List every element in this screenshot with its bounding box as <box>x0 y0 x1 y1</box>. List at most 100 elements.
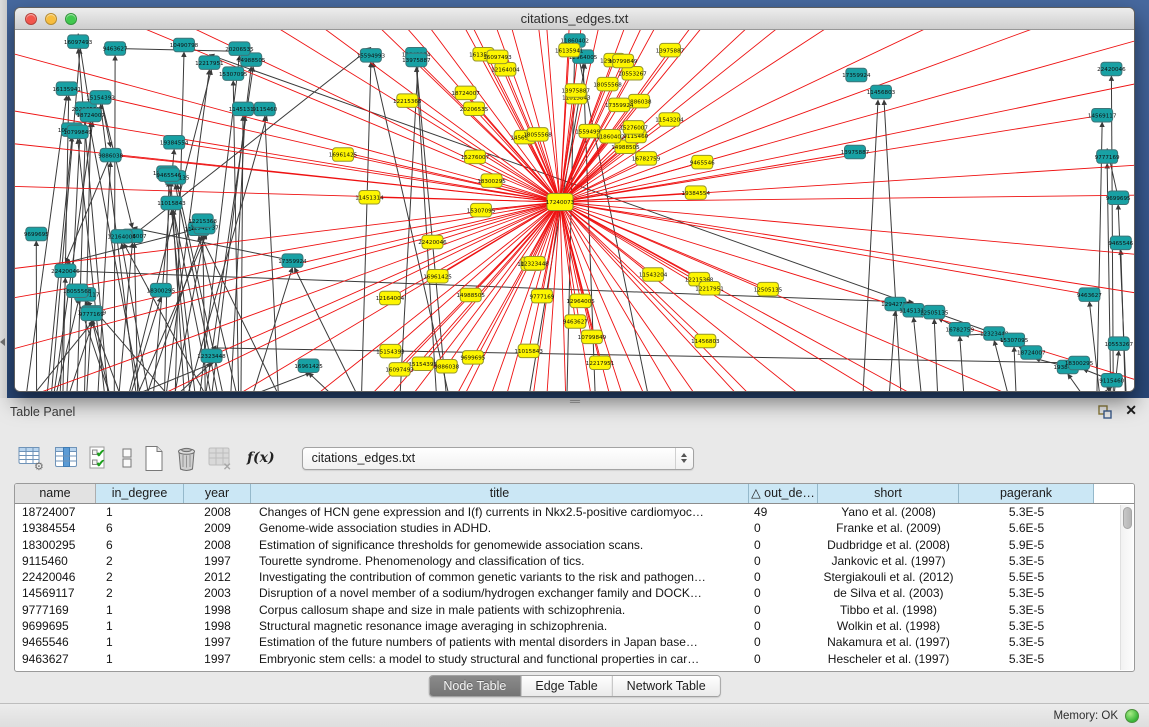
tab-node-table[interactable]: Node Table <box>429 676 521 696</box>
svg-text:15154393: 15154393 <box>376 349 405 355</box>
network-view[interactable]: 2020653517359924139758871145680312942737… <box>15 30 1134 391</box>
column-header-short[interactable]: short <box>818 484 959 503</box>
collapse-panel-arrow-icon[interactable] <box>0 338 5 346</box>
svg-text:18724007: 18724007 <box>1017 351 1046 357</box>
svg-text:17359924: 17359924 <box>842 73 871 79</box>
select-columns-icon[interactable]: ✔ ✔ <box>88 444 111 472</box>
table-cell: 0 <box>749 634 818 650</box>
table-row[interactable]: 911546021997Tourette syndrome. Phenomeno… <box>15 553 1134 569</box>
svg-text:12323448: 12323448 <box>520 261 549 267</box>
table-scrollbar[interactable] <box>1120 505 1133 670</box>
table-row[interactable]: 2242004622012Investigating the contribut… <box>15 569 1134 585</box>
svg-text:10799849: 10799849 <box>609 59 638 65</box>
svg-text:16097493: 16097493 <box>483 55 512 61</box>
table-select-dropdown[interactable]: citations_edges.txt <box>302 447 694 470</box>
table-cell: 2 <box>96 569 184 585</box>
minimize-window-button[interactable] <box>45 13 57 25</box>
table-row[interactable]: 1830029562008Estimation of significance … <box>15 537 1134 553</box>
svg-text:14988505: 14988505 <box>237 58 266 64</box>
table-select-value: citations_edges.txt <box>312 451 416 465</box>
svg-text:15276007: 15276007 <box>619 126 648 132</box>
table-row[interactable]: 1872400712008Changes of HCN gene express… <box>15 504 1134 520</box>
svg-text:22420046: 22420046 <box>418 240 447 246</box>
svg-text:⚙: ⚙ <box>34 461 44 471</box>
network-window[interactable]: citations_edges.txt 20206535173599241397… <box>14 7 1135 392</box>
svg-text:16961425: 16961425 <box>294 364 323 370</box>
panel-title: Table Panel <box>10 398 75 426</box>
table-cell: 2012 <box>184 569 251 585</box>
window-titlebar[interactable]: citations_edges.txt <box>15 8 1134 30</box>
svg-text:12164004: 12164004 <box>491 67 520 73</box>
trash-icon[interactable] <box>174 444 199 472</box>
table-panel: Table Panel ✕ ⚙ <box>0 398 1149 727</box>
network-graph[interactable]: 2020653517359924139758871145680312942737… <box>15 30 1134 391</box>
svg-text:12164004: 12164004 <box>107 235 136 241</box>
table-cell: 0 <box>749 553 818 569</box>
table-cell: Structural magnetic resonance image aver… <box>251 618 749 634</box>
column-header-name[interactable]: name <box>15 484 96 503</box>
table-cell: 5.3E-5 <box>959 602 1094 618</box>
table-row[interactable]: 969969511998Structural magnetic resonanc… <box>15 618 1134 634</box>
svg-text:16782759: 16782759 <box>632 157 661 163</box>
table-cell: Estimation of the future numbers of pati… <box>251 634 749 650</box>
table-settings-icon[interactable]: ⚙ <box>18 444 45 472</box>
table-cell: 1 <box>96 634 184 650</box>
column-header-pagerank[interactable]: pagerank <box>959 484 1094 503</box>
column-header-in_degree[interactable]: in_degree <box>96 484 184 503</box>
svg-text:9115460: 9115460 <box>252 107 277 113</box>
table-cell: 5.3E-5 <box>959 618 1094 634</box>
svg-text:9465546: 9465546 <box>156 173 181 179</box>
table-cell: 5.3E-5 <box>959 634 1094 650</box>
svg-text:11451314: 11451314 <box>355 195 384 201</box>
table-cell: Dudbridge et al. (2008) <box>818 537 959 553</box>
column-header-year[interactable]: year <box>184 484 251 503</box>
tab-network-table[interactable]: Network Table <box>613 676 720 696</box>
svg-text:10799849: 10799849 <box>578 335 607 341</box>
scrollbar-thumb[interactable] <box>1123 507 1132 529</box>
table-cell: 5.3E-5 <box>959 651 1094 667</box>
table-body: 1872400712008Changes of HCN gene express… <box>15 504 1134 667</box>
delete-table-icon[interactable]: ✕ <box>208 444 234 472</box>
float-panel-icon[interactable] <box>1097 404 1113 420</box>
table-row[interactable]: 946362711997Embryonic stem cells: a mode… <box>15 651 1134 667</box>
svg-text:15307095: 15307095 <box>219 72 248 78</box>
close-panel-icon[interactable]: ✕ <box>1125 402 1137 419</box>
table-cell: Nakamura et al. (1997) <box>818 634 959 650</box>
table-cell: 2003 <box>184 585 251 601</box>
svg-text:9699695: 9699695 <box>1106 196 1131 202</box>
table-cell: 1997 <box>184 634 251 650</box>
table-cell: Genome-wide association studies in ADHD. <box>251 520 749 536</box>
tab-edge-table[interactable]: Edge Table <box>521 676 612 696</box>
table-tabs: Node TableEdge TableNetwork Table <box>428 675 720 697</box>
table-cell: 0 <box>749 651 818 667</box>
table-cell: 0 <box>749 537 818 553</box>
table-cell: 0 <box>749 618 818 634</box>
table-cell: 2 <box>96 553 184 569</box>
split-divider-grip[interactable] <box>570 399 580 405</box>
column-header-title[interactable]: title <box>251 484 749 503</box>
table-row[interactable]: 1456911722003Disruption of a novel membe… <box>15 585 1134 601</box>
table-cell: Investigating the contribution of common… <box>251 569 749 585</box>
new-file-icon[interactable] <box>143 444 165 472</box>
table-cell: 2008 <box>184 504 251 520</box>
svg-text:16097493: 16097493 <box>64 40 93 46</box>
svg-text:18724007: 18724007 <box>451 91 480 97</box>
table-cell: 1998 <box>184 602 251 618</box>
svg-text:17240073: 17240073 <box>546 200 575 206</box>
svg-text:19384554: 19384554 <box>682 191 711 197</box>
toggle-rows-icon[interactable] <box>120 444 134 472</box>
svg-text:9463627: 9463627 <box>103 47 128 53</box>
memory-indicator-icon[interactable] <box>1125 709 1139 723</box>
column-header-out_de[interactable]: △ out_de… <box>749 484 818 503</box>
svg-text:11015843: 11015843 <box>514 349 543 355</box>
zoom-window-button[interactable] <box>65 13 77 25</box>
svg-text:16961425: 16961425 <box>423 274 452 280</box>
table-cell: de Silva et al. (2003) <box>818 585 959 601</box>
close-window-button[interactable] <box>25 13 37 25</box>
table-row[interactable]: 1938455462009Genome-wide association stu… <box>15 520 1134 536</box>
table-row[interactable]: 977716911998Corpus callosum shape and si… <box>15 602 1134 618</box>
function-icon[interactable]: f(x) <box>243 444 281 472</box>
svg-text:14569117: 14569117 <box>1088 113 1117 119</box>
show-column-icon[interactable] <box>54 444 79 472</box>
table-row[interactable]: 946554611997Estimation of the future num… <box>15 634 1134 650</box>
